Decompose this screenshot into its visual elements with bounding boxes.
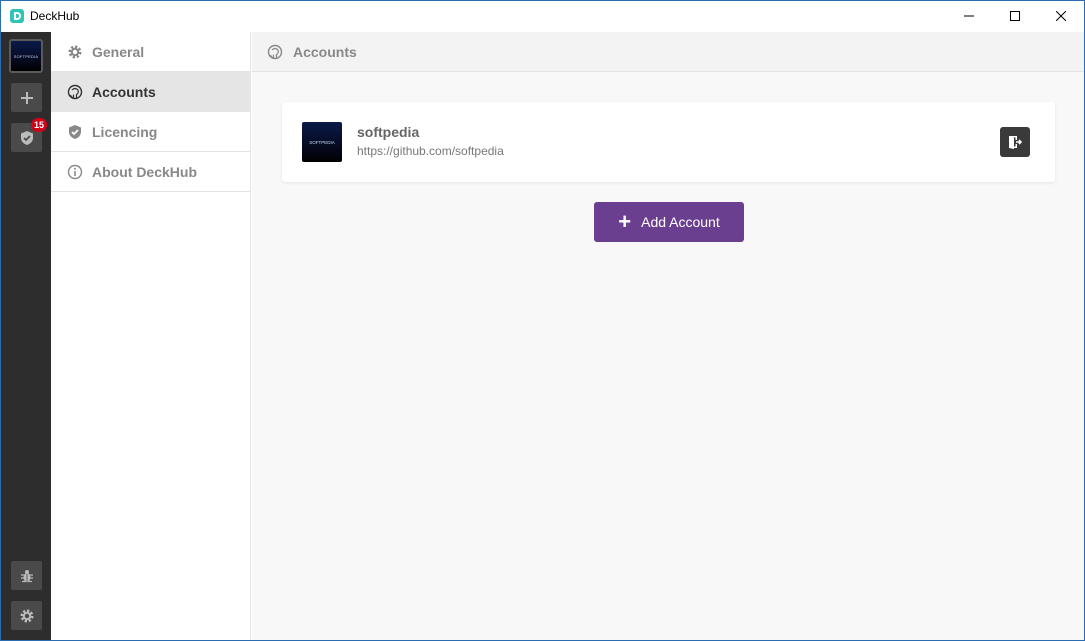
plus-icon: + bbox=[618, 209, 632, 234]
nav-item-licencing[interactable]: Licencing bbox=[51, 112, 251, 152]
github-icon bbox=[267, 44, 283, 60]
page-header: Accounts bbox=[252, 32, 1084, 72]
account-rail: SOFTPEDIA 15 bbox=[1, 32, 51, 640]
nav-item-label: General bbox=[92, 44, 145, 60]
close-button[interactable] bbox=[1038, 1, 1084, 31]
info-icon bbox=[67, 164, 83, 180]
minimize-button[interactable] bbox=[946, 1, 992, 31]
account-name: softpedia bbox=[357, 124, 420, 140]
rail-avatar-text: SOFTPEDIA bbox=[13, 53, 39, 59]
nav-item-label: About DeckHub bbox=[92, 164, 197, 180]
nav-item-accounts[interactable]: Accounts bbox=[51, 72, 251, 112]
page-title: Accounts bbox=[293, 44, 357, 60]
nav-item-label: Accounts bbox=[92, 84, 156, 100]
minimize-icon bbox=[964, 15, 974, 17]
account-card: SOFTPEDIA softpedia https://github.com/s… bbox=[282, 102, 1055, 182]
add-account-label: Add Account bbox=[641, 214, 720, 230]
account-avatar-text: SOFTPEDIA bbox=[309, 139, 335, 145]
account-url: https://github.com/softpedia bbox=[357, 144, 504, 158]
logout-icon bbox=[1009, 136, 1023, 149]
bug-icon bbox=[20, 569, 33, 582]
account-avatar: SOFTPEDIA bbox=[302, 122, 342, 162]
window-title: DeckHub bbox=[30, 9, 80, 23]
nav-item-general[interactable]: General bbox=[51, 32, 251, 72]
add-account-button[interactable]: + Add Account bbox=[594, 202, 744, 242]
maximize-button[interactable] bbox=[992, 1, 1038, 31]
remove-account-button[interactable] bbox=[1000, 127, 1030, 157]
check-shield-icon bbox=[67, 124, 83, 140]
maximize-icon bbox=[1010, 11, 1020, 21]
deckhub-logo-icon bbox=[10, 9, 24, 23]
close-icon bbox=[1056, 11, 1066, 21]
gear-icon bbox=[67, 44, 83, 60]
main-panel: Accounts SOFTPEDIA softpedia https://git… bbox=[252, 32, 1084, 640]
rail-add-button[interactable] bbox=[11, 83, 42, 112]
settings-nav: General Accounts Licencing About DeckHub bbox=[51, 32, 251, 640]
notification-badge: 15 bbox=[31, 118, 47, 132]
github-icon bbox=[67, 84, 83, 100]
gear-icon bbox=[20, 609, 33, 622]
plus-icon bbox=[20, 91, 33, 104]
rail-account-avatar[interactable]: SOFTPEDIA bbox=[9, 39, 43, 73]
rail-bug-report-button[interactable] bbox=[11, 561, 42, 590]
nav-item-about[interactable]: About DeckHub bbox=[51, 152, 251, 192]
nav-item-label: Licencing bbox=[92, 124, 158, 140]
rail-settings-button[interactable] bbox=[11, 601, 42, 630]
check-shield-icon bbox=[20, 130, 33, 145]
title-bar: DeckHub bbox=[1, 1, 1084, 32]
